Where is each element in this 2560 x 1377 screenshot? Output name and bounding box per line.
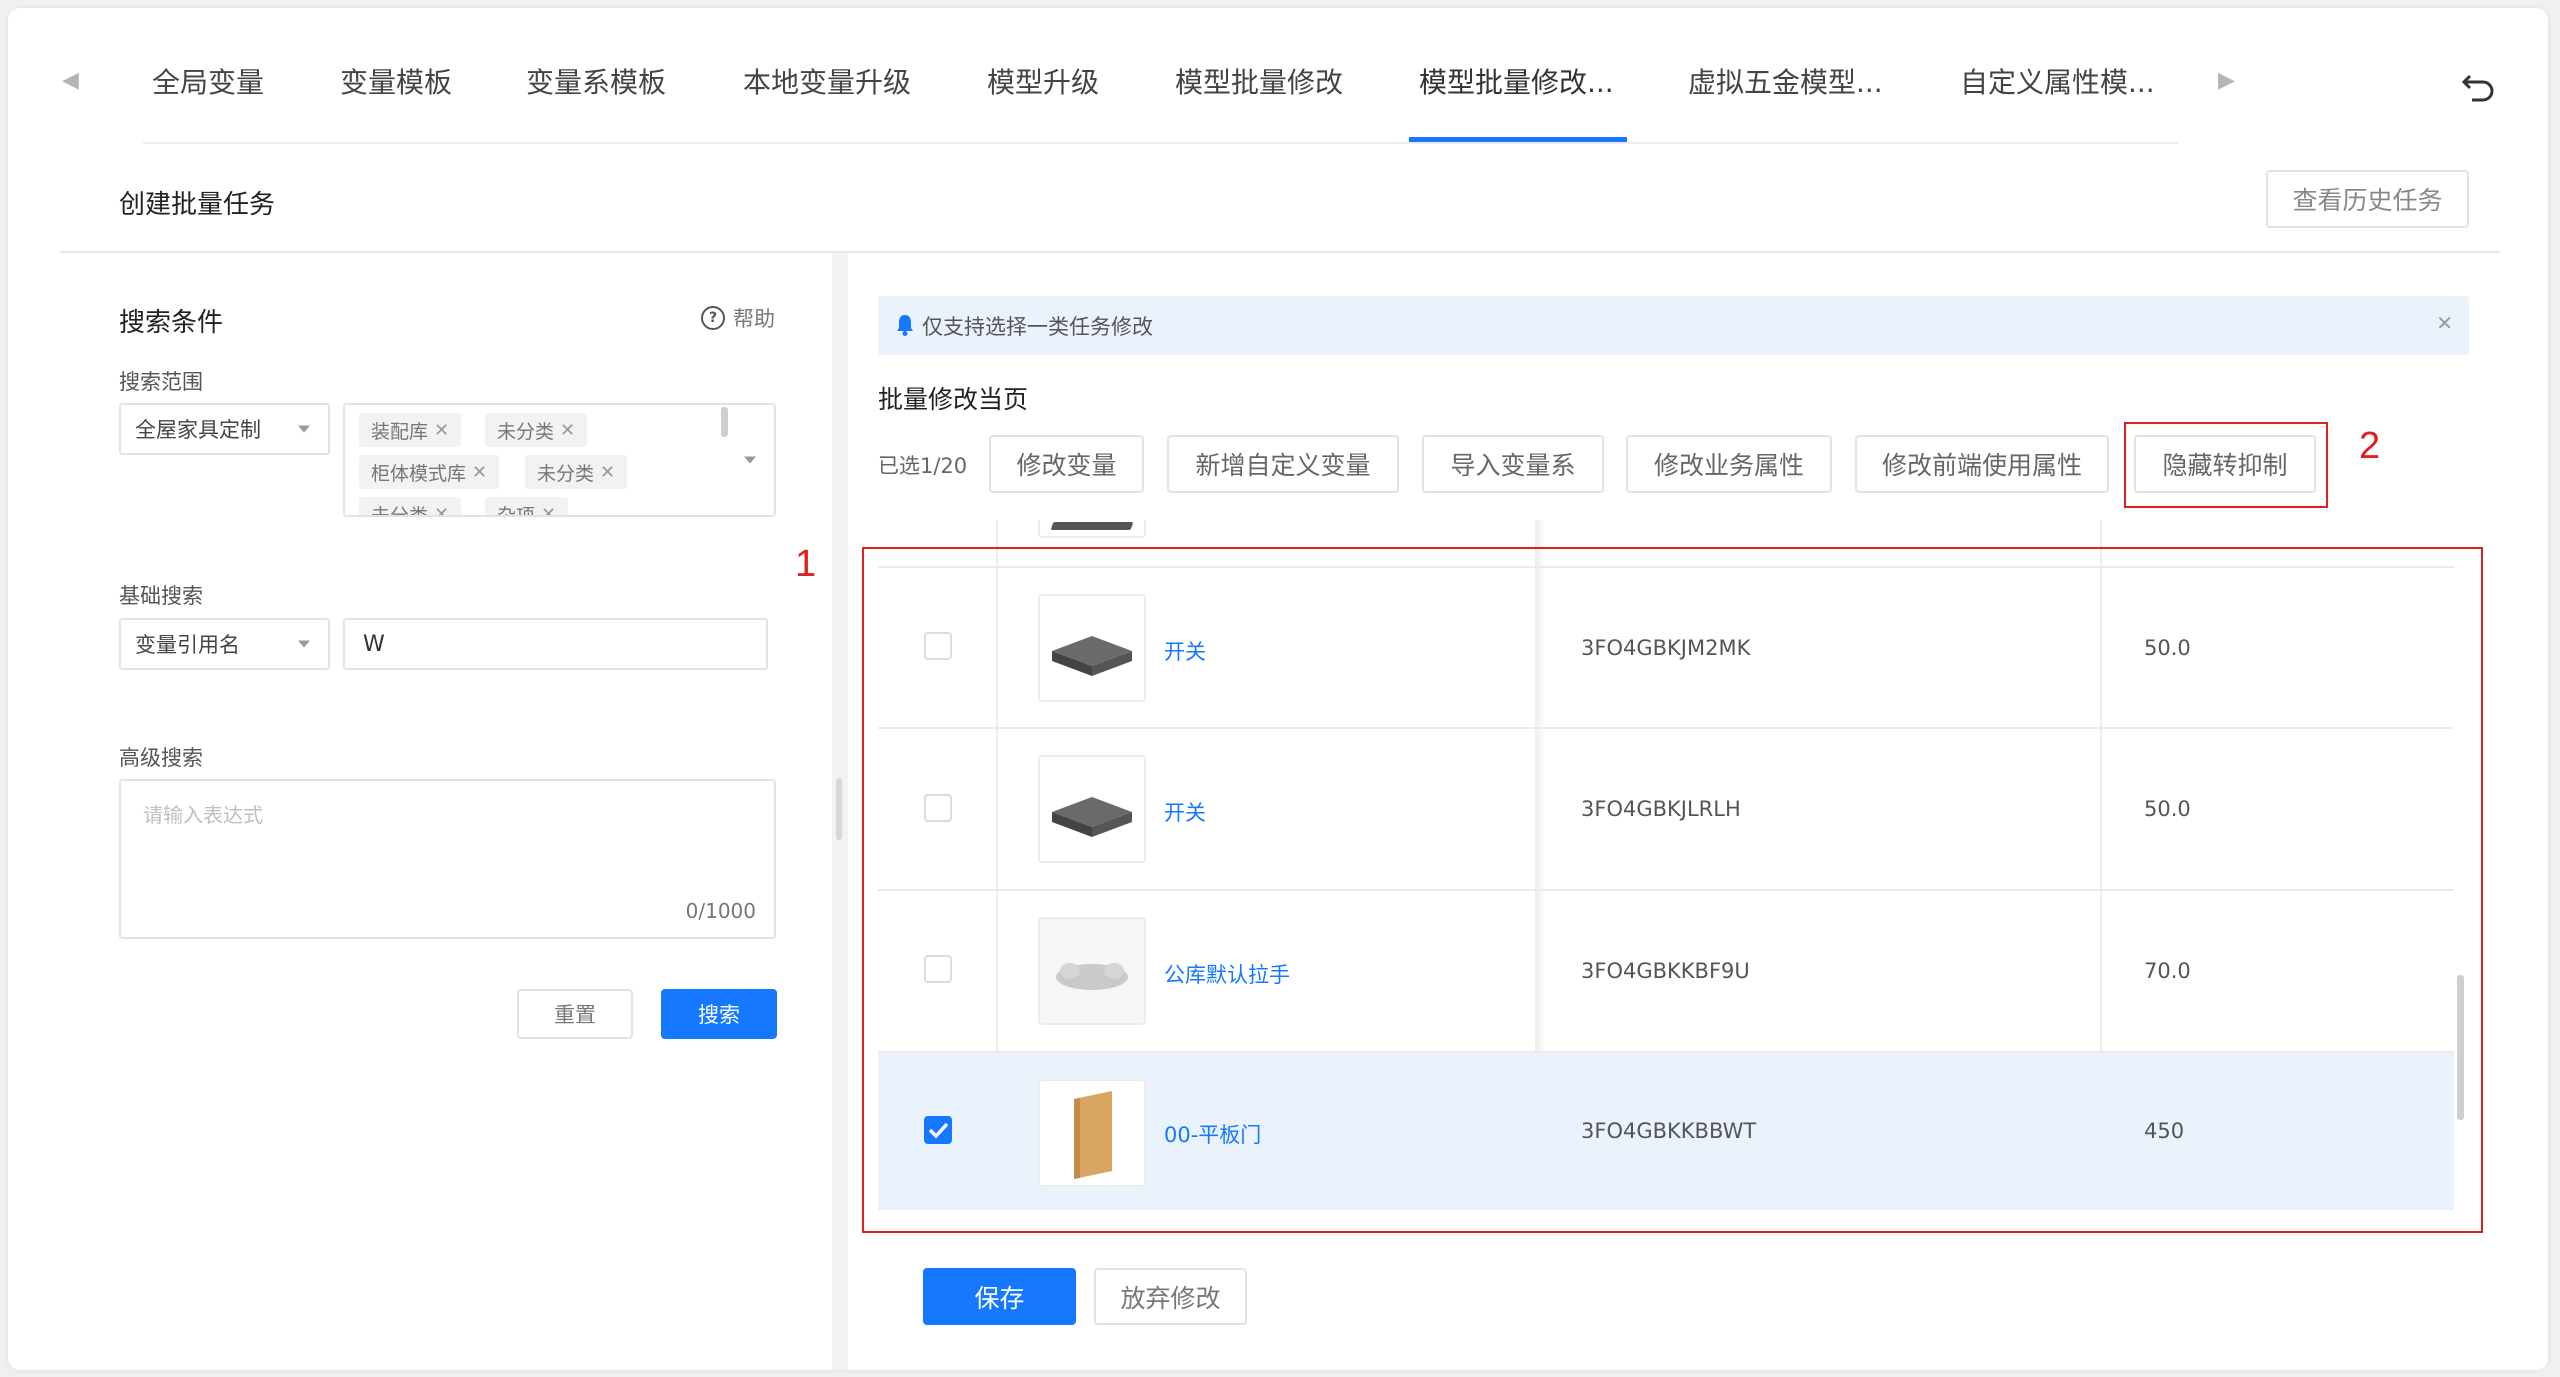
selected-count: 已选1/20 [878, 454, 968, 478]
scope-tag: 杂项 ✕ [485, 497, 569, 516]
tab-model-batch-edit-2[interactable]: 模型批量修改... [1419, 58, 1614, 108]
tab-global-variables[interactable]: 全局变量 [152, 58, 264, 108]
scope-tag: 未分类 ✕ [525, 455, 628, 489]
advanced-search-textarea[interactable]: 请输入表达式 0/1000 [119, 779, 776, 939]
close-icon[interactable]: ✕ [600, 462, 615, 483]
help-link[interactable]: ? 帮助 [701, 303, 775, 333]
close-icon[interactable]: ✕ [2436, 311, 2453, 335]
view-history-button[interactable]: 查看历史任务 [2266, 170, 2469, 228]
advanced-search-placeholder: 请输入表达式 [143, 803, 263, 827]
search-conditions-title: 搜索条件 [119, 308, 224, 338]
close-icon[interactable]: ✕ [472, 462, 487, 483]
advanced-search-label: 高级搜索 [119, 746, 203, 770]
close-icon[interactable]: ✕ [541, 504, 556, 516]
tab-variable-series-template[interactable]: 变量系模板 [526, 58, 666, 108]
search-scope-select[interactable]: 全屋家具定制 [119, 403, 330, 455]
page-title: 创建批量任务 [119, 190, 276, 220]
scope-tag: 未分类 ✕ [359, 497, 462, 516]
notice-text: 仅支持选择一类任务修改 [922, 315, 1153, 339]
tab-local-variable-upgrade[interactable]: 本地变量升级 [743, 58, 911, 108]
tab-scroll-left-icon[interactable]: ◀ [62, 66, 79, 96]
search-button[interactable]: 搜索 [661, 989, 777, 1039]
active-tab-underline [1409, 137, 1627, 142]
tab-model-upgrade[interactable]: 模型升级 [987, 58, 1099, 108]
chevron-down-icon [298, 640, 310, 648]
thumbnail [1038, 520, 1146, 538]
annotation-label-2: 2 [2359, 425, 2381, 467]
scope-tag: 装配库 ✕ [359, 413, 462, 447]
section-title: 批量修改当页 [878, 385, 1029, 414]
close-icon[interactable]: ✕ [434, 420, 449, 441]
notice-banner: 仅支持选择一类任务修改 ✕ [878, 296, 2469, 355]
bell-icon [896, 314, 914, 336]
edit-business-attributes-button[interactable]: 修改业务属性 [1626, 435, 1832, 493]
save-button[interactable]: 保存 [923, 1268, 1076, 1325]
scope-tags-scrollbar[interactable] [721, 407, 728, 437]
scope-tags-select[interactable]: 装配库 ✕ 未分类 ✕ 柜体模式库 ✕ 未分类 ✕ 未分类 ✕ 杂项 ✕ [343, 403, 776, 517]
search-scope-label: 搜索范围 [119, 370, 203, 394]
tab-custom-attribute-template[interactable]: 自定义属性模... [1960, 58, 2155, 108]
close-icon[interactable]: ✕ [434, 504, 449, 516]
chevron-down-icon [744, 456, 756, 464]
chevron-down-icon [298, 425, 310, 433]
tab-model-batch-edit[interactable]: 模型批量修改 [1175, 58, 1343, 108]
basic-search-input[interactable] [343, 618, 768, 670]
annotation-box-2 [2124, 422, 2328, 508]
help-icon: ? [701, 306, 725, 330]
tab-scroll-right-icon[interactable]: ▶ [2218, 66, 2235, 96]
header-divider [60, 251, 2500, 253]
annotation-box-1 [862, 547, 2483, 1233]
tab-variable-template[interactable]: 变量模板 [340, 58, 452, 108]
import-variable-series-button[interactable]: 导入变量系 [1422, 435, 1604, 493]
discard-changes-button[interactable]: 放弃修改 [1094, 1268, 1247, 1325]
scope-tag: 未分类 ✕ [485, 413, 588, 447]
edit-frontend-attributes-button[interactable]: 修改前端使用属性 [1855, 435, 2109, 493]
scope-tag: 柜体模式库 ✕ [359, 455, 500, 489]
close-icon[interactable]: ✕ [560, 420, 575, 441]
splitter-grip[interactable] [836, 778, 842, 840]
undo-icon[interactable] [2459, 64, 2499, 104]
tab-virtual-hardware-model[interactable]: 虚拟五金模型... [1688, 58, 1883, 108]
advanced-search-char-count: 0/1000 [685, 899, 756, 923]
reset-button[interactable]: 重置 [517, 989, 633, 1039]
tab-bar-divider [143, 142, 2178, 144]
edit-variable-button[interactable]: 修改变量 [989, 435, 1144, 493]
add-custom-variable-button[interactable]: 新增自定义变量 [1167, 435, 1399, 493]
annotation-label-1: 1 [795, 543, 817, 585]
basic-search-field-select[interactable]: 变量引用名 [119, 618, 330, 670]
basic-search-label: 基础搜索 [119, 584, 203, 608]
